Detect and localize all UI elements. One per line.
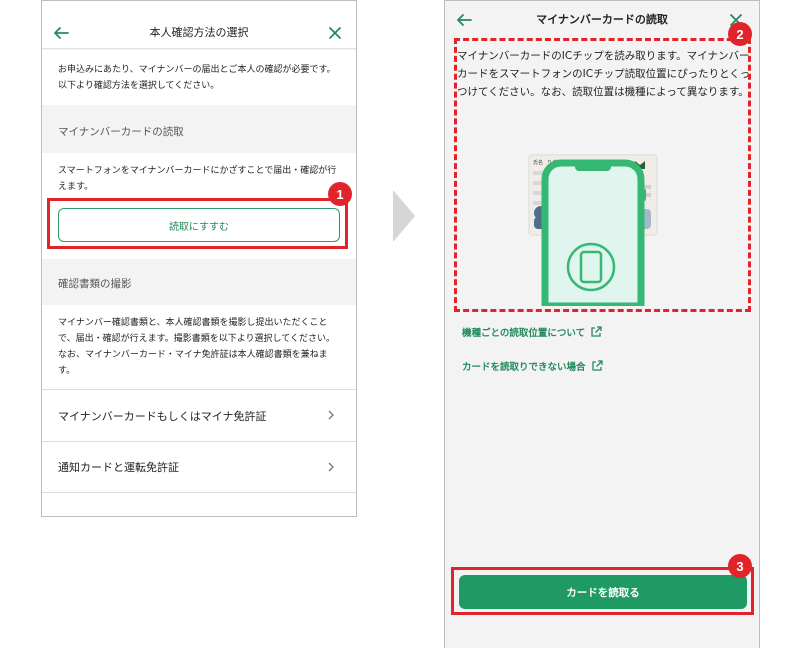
page-title: マイナンバーカードの読取: [536, 13, 668, 26]
chevron-right-icon: [328, 410, 334, 420]
highlight-box-1: [47, 198, 348, 249]
menu-item-label: マイナンバーカードもしくはマイナ免許証: [58, 409, 267, 423]
link-label: 機種ごとの読取位置について: [462, 328, 586, 339]
left-header: 本人確認方法の選択: [42, 1, 356, 49]
link-read-position[interactable]: 機種ごとの読取位置について: [462, 325, 602, 339]
section-label-photo: 確認書類の撮影: [58, 278, 132, 290]
step-badge-2: 2: [728, 22, 752, 46]
flow-arrow-icon: [393, 190, 415, 242]
step-badge-3: 3: [728, 554, 752, 578]
highlight-box-2: [454, 38, 751, 312]
intro-block: お申込みにあたり、マイナンバーの届出とご本人の確認が必要です。以下より確認方法を…: [42, 50, 356, 105]
link-label: カードを読取りできない場合: [462, 362, 586, 373]
menu-item-label: 通知カードと運転免許証: [58, 461, 179, 474]
external-link-icon: [591, 326, 602, 337]
step-badge-1: 1: [328, 182, 352, 206]
photo-text: マイナンバー確認書類と、本人確認書類を撮影し提出いただくことで、届出・確認が行え…: [58, 318, 336, 376]
menu-item-mynumber-card[interactable]: マイナンバーカードもしくはマイナ免許証: [42, 389, 356, 441]
right-header: マイナンバーカードの読取: [445, 1, 759, 35]
method-selection-screen: 本人確認方法の選択 お申込みにあたり、マイナンバーの届出とご本人の確認が必要です…: [41, 0, 357, 517]
chevron-right-icon: [328, 462, 334, 472]
external-link-icon: [591, 360, 603, 371]
section-label-card-read: マイナンバーカードの読取: [58, 126, 184, 138]
highlight-box-3: [451, 567, 754, 615]
link-cannot-read[interactable]: カードを読取りできない場合: [462, 359, 603, 373]
photo-block: マイナンバー確認書類と、本人確認書類を撮影し提出いただくことで、届出・確認が行え…: [42, 305, 356, 516]
close-icon[interactable]: [328, 26, 342, 40]
menu-item-notice-card[interactable]: 通知カードと運転免許証: [42, 441, 356, 493]
card-read-text: スマートフォンをマイナンバーカードにかざすことで届出・確認が行えます。: [58, 166, 337, 192]
intro-text: お申込みにあたり、マイナンバーの届出とご本人の確認が必要です。以下より確認方法を…: [58, 65, 336, 91]
page-title: 本人確認方法の選択: [149, 26, 249, 39]
